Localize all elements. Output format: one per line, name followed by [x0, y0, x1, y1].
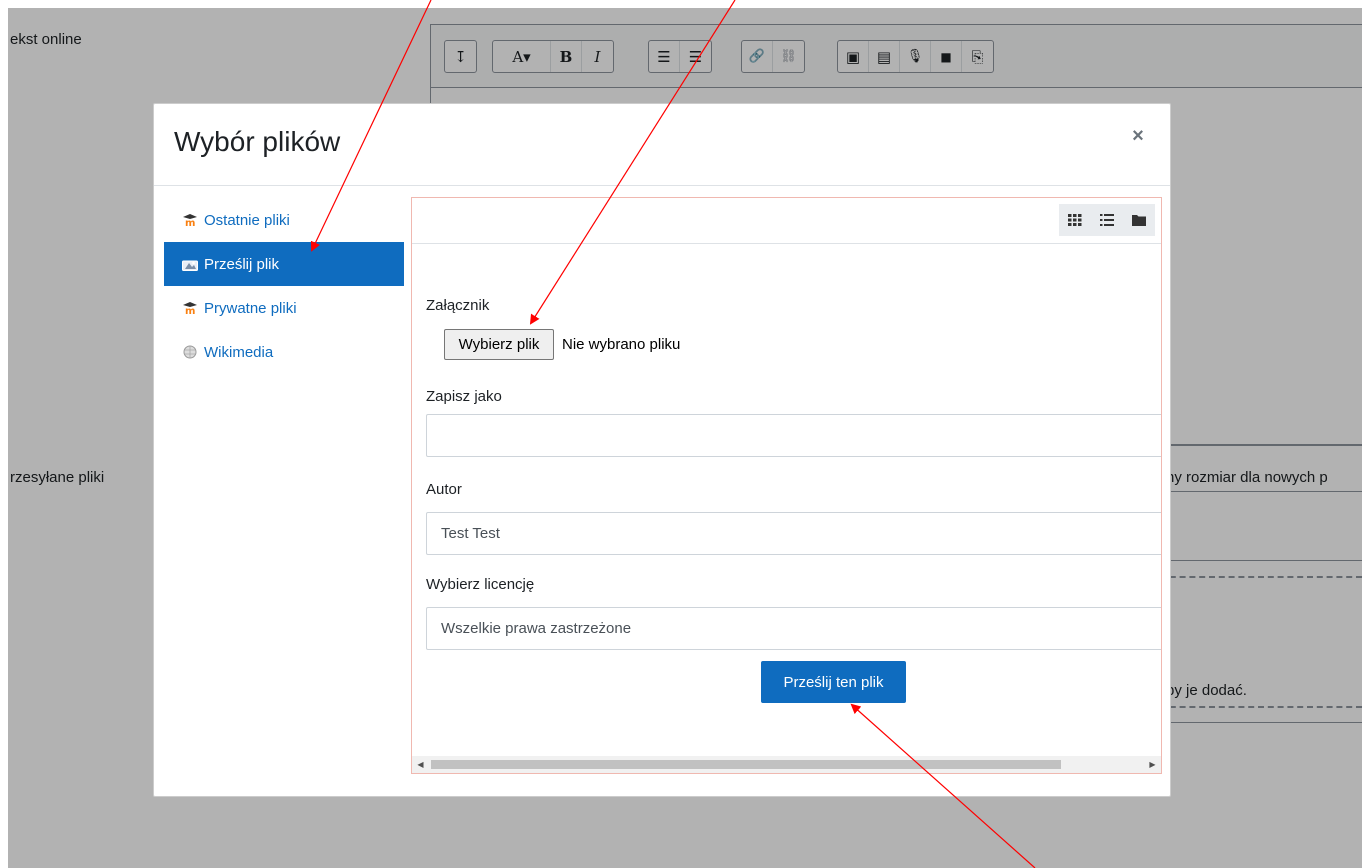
moodle-icon: m [182, 212, 198, 228]
moodle-icon: m [182, 300, 198, 316]
scroll-left-icon[interactable]: ◀ [412, 756, 429, 773]
list-icon [1100, 214, 1114, 226]
upload-icon [182, 256, 198, 272]
file-status: Nie wybrano pliku [562, 336, 681, 353]
grid-icon [1068, 214, 1082, 226]
view-list-button[interactable] [1091, 204, 1123, 236]
close-button[interactable]: × [1128, 126, 1148, 146]
repo-label: Ostatnie pliki [204, 211, 290, 229]
wikimedia-icon [182, 344, 198, 360]
view-tree-button[interactable] [1123, 204, 1155, 236]
repo-recent-files[interactable]: m Ostatnie pliki [164, 198, 404, 242]
scrollbar-thumb[interactable] [431, 760, 1061, 769]
scroll-right-icon[interactable]: ▶ [1144, 756, 1161, 773]
repo-private-files[interactable]: m Prywatne pliki [164, 286, 404, 330]
upload-this-file-button[interactable]: Prześlij ten plik [761, 661, 906, 703]
license-label: Wybierz licencję [426, 576, 535, 593]
repo-wikimedia[interactable]: Wikimedia [164, 330, 404, 374]
author-input[interactable]: Test Test [426, 512, 1161, 555]
repository-list: m Ostatnie pliki Prześlij plik m Prywatn… [164, 198, 404, 374]
repo-upload-file[interactable]: Prześlij plik [164, 242, 404, 286]
view-icons-button[interactable] [1059, 204, 1091, 236]
save-as-input[interactable] [426, 414, 1161, 457]
attachment-label: Załącznik [426, 297, 490, 314]
license-select[interactable]: Wszelkie prawa zastrzeżone [426, 607, 1161, 650]
repo-label: Prześlij plik [204, 255, 280, 273]
dialog-title: Wybór plików [174, 126, 341, 157]
dialog-header: Wybór plików × [154, 104, 1170, 186]
save-as-label: Zapisz jako [426, 388, 502, 405]
repo-label: Wikimedia [204, 343, 274, 361]
view-switcher [1059, 204, 1155, 236]
close-icon: × [1132, 125, 1144, 147]
horizontal-scrollbar[interactable]: ◀ ▶ [412, 756, 1161, 773]
svg-text:m: m [185, 218, 195, 226]
author-label: Autor [426, 481, 462, 498]
svg-text:m: m [185, 306, 195, 314]
view-toolbar [412, 198, 1161, 244]
choose-file-button[interactable]: Wybierz plik [444, 329, 554, 360]
upload-panel: Załącznik Wybierz plik Nie wybrano pliku… [411, 197, 1162, 774]
folder-icon [1132, 215, 1146, 226]
file-picker-dialog: Wybór plików × m Ostatnie pliki Prześlij… [153, 103, 1171, 797]
repo-label: Prywatne pliki [204, 299, 297, 317]
